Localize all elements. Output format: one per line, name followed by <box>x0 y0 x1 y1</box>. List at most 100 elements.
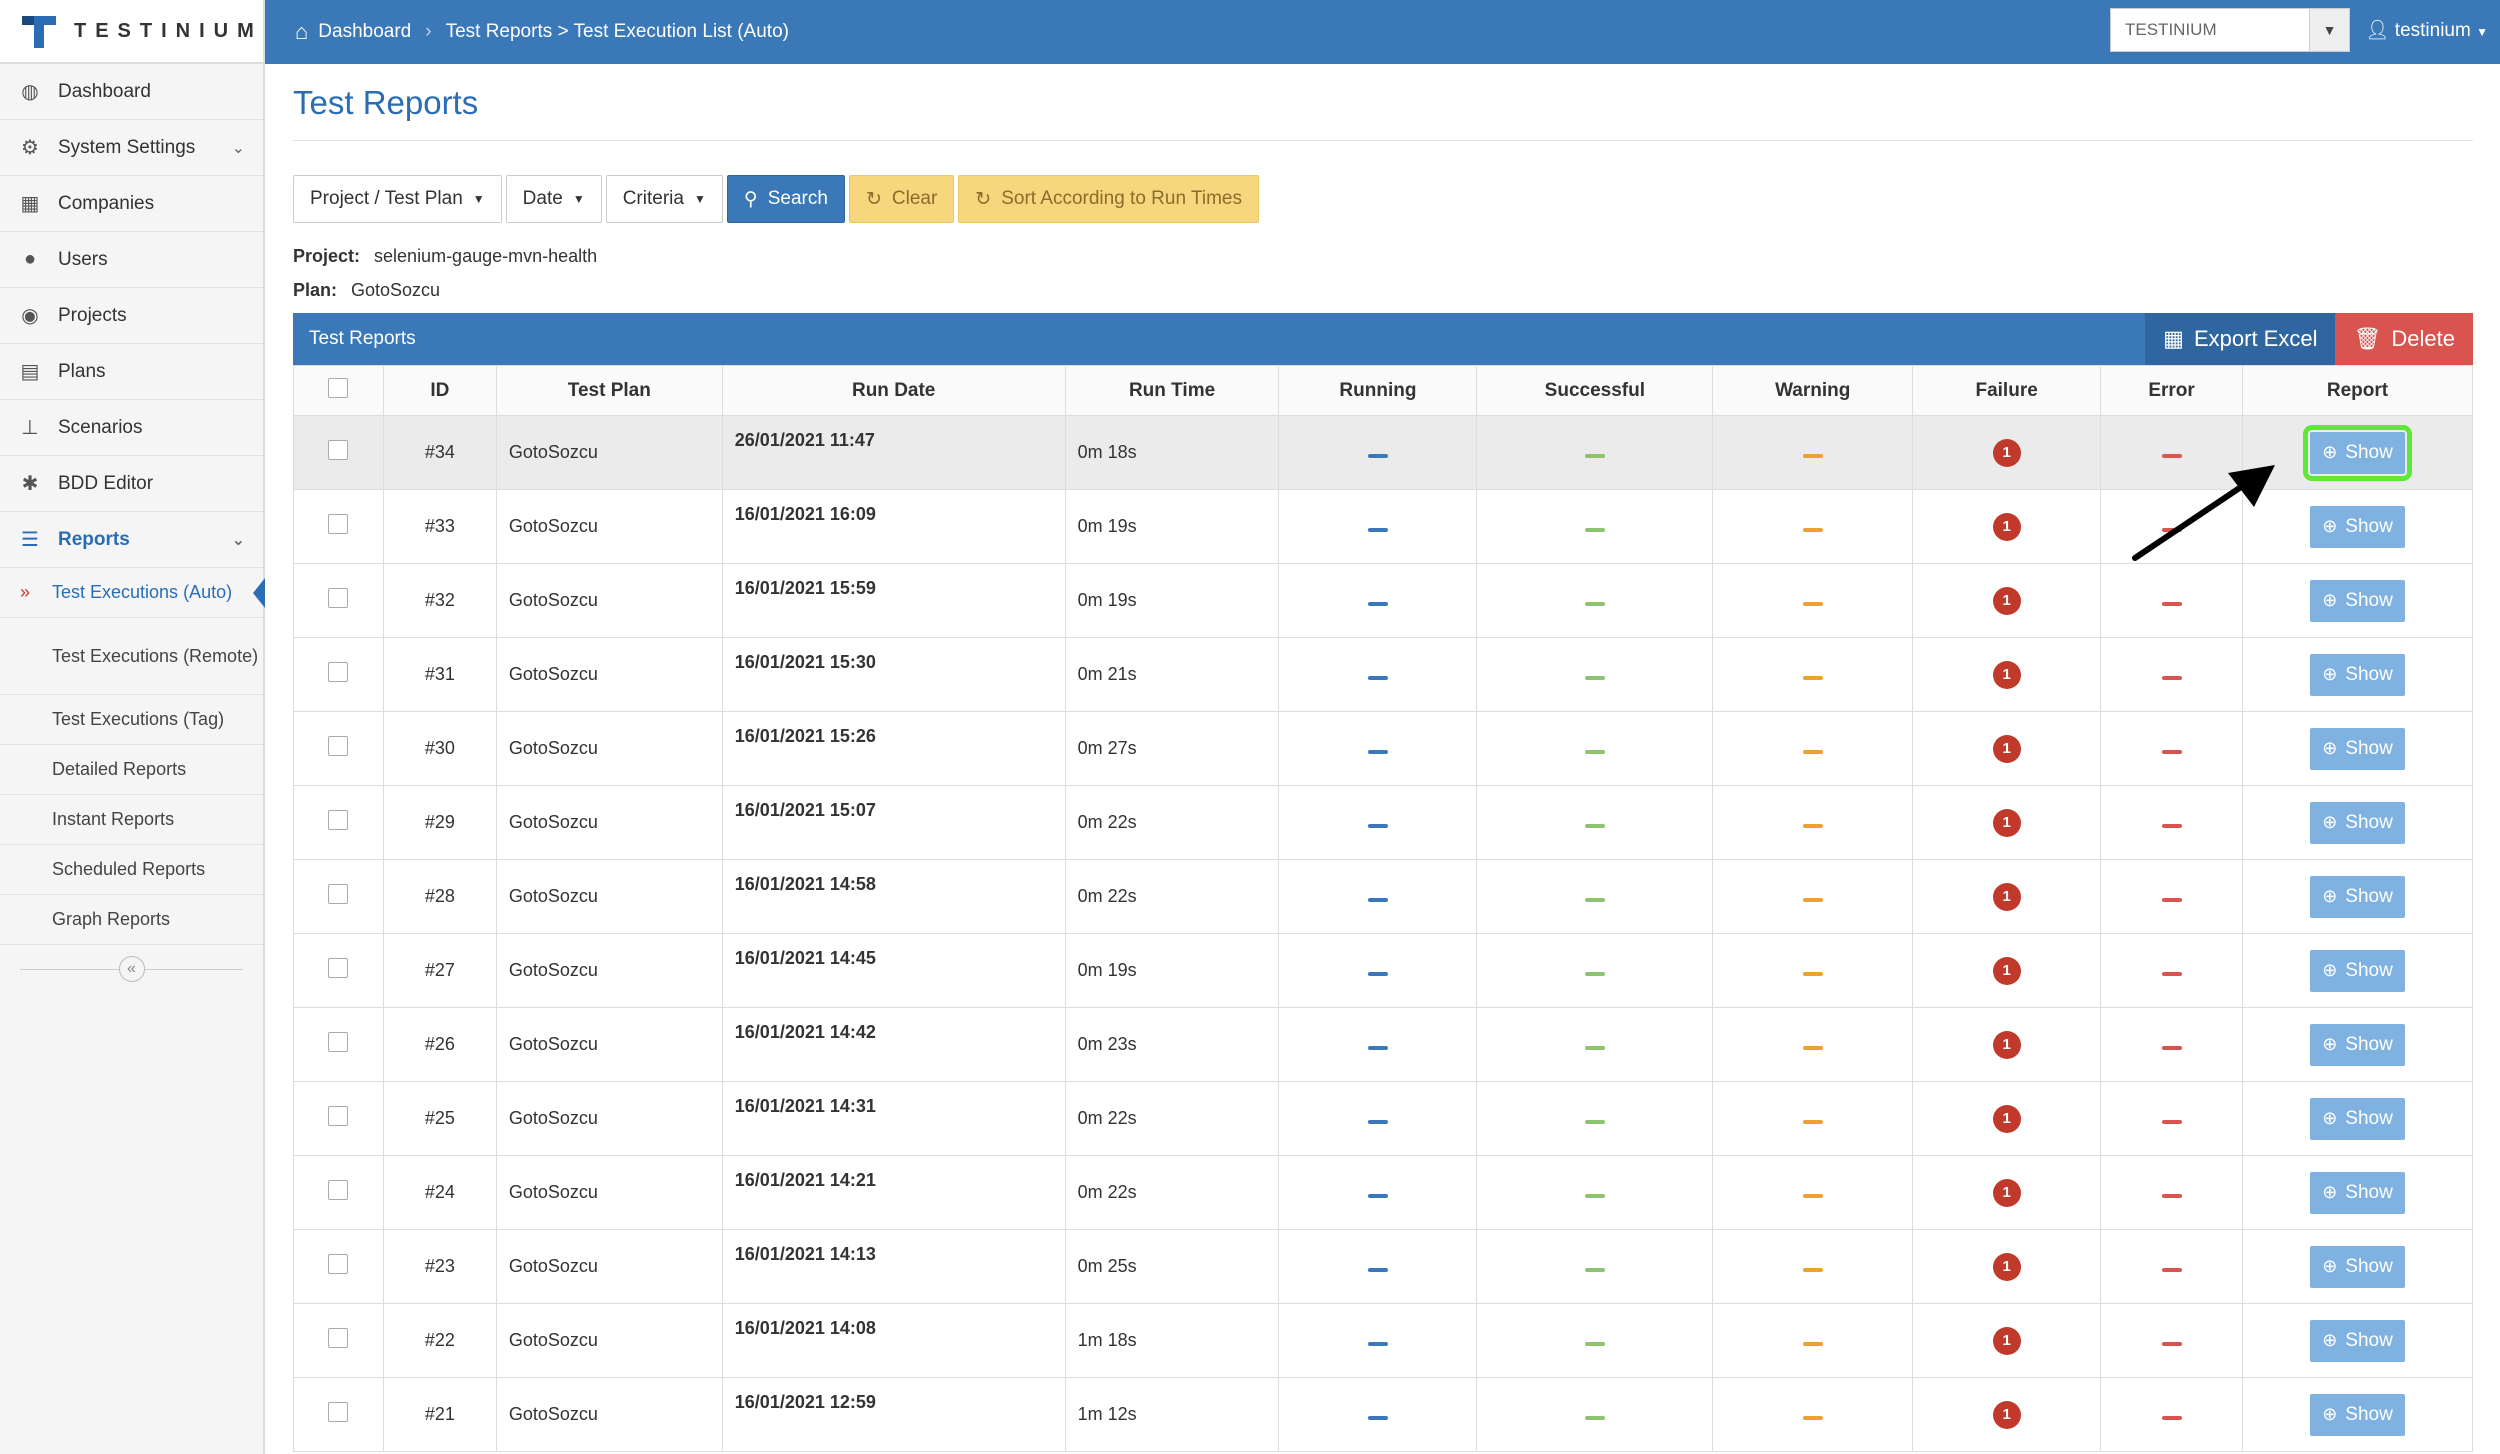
row-select-cell <box>293 1377 384 1452</box>
table-row[interactable]: #27 GotoSozcu 16/01/2021 14:45 0m 19s 1 ⊕ Show <box>293 933 2473 1008</box>
cell-successful <box>1476 711 1714 786</box>
show-report-button[interactable]: ⊕ Show <box>2310 1319 2405 1362</box>
column-header-id[interactable]: ID <box>382 365 497 416</box>
cell-run-time: 1m 12s <box>1064 1377 1280 1452</box>
row-checkbox[interactable] <box>328 1032 349 1052</box>
show-report-button[interactable]: ⊕ Show <box>2310 1171 2405 1214</box>
table-row[interactable]: #24 GotoSozcu 16/01/2021 14:21 0m 22s 1 ⊕ Show <box>293 1155 2473 1230</box>
cell-run-time: 1m 18s <box>1064 1303 1280 1378</box>
table-row[interactable]: #26 GotoSozcu 16/01/2021 14:42 0m 23s 1 ⊕ Show <box>293 1007 2473 1082</box>
sidebar-item-projects[interactable]: ◉ Projects <box>0 288 263 344</box>
project-plan-dropdown[interactable]: Project / Test Plan ▼ <box>293 175 502 223</box>
column-header-successful[interactable]: Successful <box>1476 365 1714 416</box>
submenu-item-test-executions-remote[interactable]: Test Executions (Remote) <box>0 618 263 695</box>
show-report-button[interactable]: ⊕ Show <box>2310 1393 2405 1436</box>
column-header-run-time[interactable]: Run Time <box>1064 365 1280 416</box>
criteria-dropdown[interactable]: Criteria ▼ <box>605 175 723 223</box>
search-button[interactable]: ⚲ Search <box>726 175 845 223</box>
cell-warning <box>1712 1081 1914 1156</box>
sidebar-item-users[interactable]: ● Users <box>0 232 263 288</box>
table-row[interactable]: #21 GotoSozcu 16/01/2021 12:59 1m 12s 1 ⊕ Show <box>293 1377 2473 1452</box>
row-checkbox[interactable] <box>328 662 349 682</box>
user-menu[interactable]: 👤︎ testinium ▼ <box>2365 18 2488 42</box>
collapse-sidebar-icon[interactable]: « <box>118 956 145 982</box>
row-checkbox[interactable] <box>328 810 349 830</box>
column-header-test-plan[interactable]: Test Plan <box>495 365 723 416</box>
chevron-down-icon[interactable]: ▼ <box>2309 9 2349 51</box>
row-checkbox[interactable] <box>328 588 349 608</box>
submenu-item-test-executions-auto[interactable]: Test Executions (Auto) <box>0 568 265 618</box>
table-row[interactable]: #22 GotoSozcu 16/01/2021 14:08 1m 18s 1 ⊕ Show <box>293 1303 2473 1378</box>
column-header-running[interactable]: Running <box>1278 365 1478 416</box>
submenu-item-detailed-reports[interactable]: Detailed Reports <box>0 745 263 795</box>
cell-test-plan: GotoSozcu <box>495 933 723 1008</box>
row-checkbox[interactable] <box>328 736 349 756</box>
table-row[interactable]: #29 GotoSozcu 16/01/2021 15:07 0m 22s 1 ⊕ Show <box>293 785 2473 860</box>
row-checkbox[interactable] <box>328 1402 349 1422</box>
submenu-item-graph-reports[interactable]: Graph Reports <box>0 895 263 945</box>
tenant-select[interactable]: TESTINIUM ▼ <box>2110 8 2350 52</box>
column-header-warning[interactable]: Warning <box>1712 365 1914 416</box>
row-checkbox[interactable] <box>328 1180 349 1200</box>
clear-button[interactable]: ↻ Clear <box>848 175 955 223</box>
table-row[interactable]: #31 GotoSozcu 16/01/2021 15:30 0m 21s 1 ⊕ Show <box>293 637 2473 712</box>
show-report-button[interactable]: ⊕ Show <box>2310 579 2405 622</box>
sidebar-item-system-settings[interactable]: ⚙ System Settings ⌄ <box>0 120 263 176</box>
show-report-button[interactable]: ⊕ Show <box>2303 424 2412 481</box>
show-report-button[interactable]: ⊕ Show <box>2310 727 2405 770</box>
show-report-button[interactable]: ⊕ Show <box>2310 505 2405 548</box>
column-header-report[interactable]: Report <box>2242 365 2473 416</box>
show-report-button[interactable]: ⊕ Show <box>2310 653 2405 696</box>
date-dropdown[interactable]: Date ▼ <box>505 175 602 223</box>
row-checkbox[interactable] <box>328 884 349 904</box>
cell-id: #24 <box>382 1155 497 1230</box>
table-row[interactable]: #32 GotoSozcu 16/01/2021 15:59 0m 19s 1 ⊕ Show <box>293 563 2473 638</box>
show-report-button[interactable]: ⊕ Show <box>2310 1023 2405 1066</box>
sidebar-item-scenarios[interactable]: ⊥ Scenarios <box>0 400 263 456</box>
sidebar-item-dashboard[interactable]: ◍ Dashboard <box>0 64 263 120</box>
caret-down-icon: ▼ <box>693 192 706 206</box>
column-header-failure[interactable]: Failure <box>1912 365 2102 416</box>
cell-warning <box>1712 1303 1914 1378</box>
submenu-item-scheduled-reports[interactable]: Scheduled Reports <box>0 845 263 895</box>
table-row[interactable]: #30 GotoSozcu 16/01/2021 15:26 0m 27s 1 ⊕ Show <box>293 711 2473 786</box>
column-header-error[interactable]: Error <box>2100 365 2244 416</box>
annotation-arrow-icon <box>2132 465 2275 561</box>
table-row[interactable]: #23 GotoSozcu 16/01/2021 14:13 0m 25s 1 ⊕ Show <box>293 1229 2473 1304</box>
row-checkbox[interactable] <box>328 514 349 534</box>
successful-indicator <box>1584 602 1605 606</box>
delete-button[interactable]: 🗑︎ Delete <box>2335 313 2473 365</box>
row-checkbox[interactable] <box>328 440 349 460</box>
show-report-button[interactable]: ⊕ Show <box>2310 1097 2405 1140</box>
cell-warning <box>1712 933 1914 1008</box>
select-all-checkbox[interactable] <box>328 377 349 398</box>
submenu-item-instant-reports[interactable]: Instant Reports <box>0 795 263 845</box>
sort-run-times-button[interactable]: ↻ Sort According to Run Times <box>958 175 1259 223</box>
column-header-run-date[interactable]: Run Date <box>721 365 1066 416</box>
zoom-in-icon: ⊕ <box>2322 1182 2338 1202</box>
export-excel-button[interactable]: ▦ Export Excel <box>2145 313 2336 365</box>
show-report-button[interactable]: ⊕ Show <box>2310 801 2405 844</box>
sidebar-item-bdd-editor[interactable]: ✱ BDD Editor <box>0 456 263 512</box>
row-checkbox[interactable] <box>328 1106 349 1126</box>
home-icon[interactable]: ⌂ <box>295 19 308 45</box>
row-checkbox[interactable] <box>328 1328 349 1348</box>
row-checkbox[interactable] <box>328 958 349 978</box>
table-row[interactable]: #25 GotoSozcu 16/01/2021 14:31 0m 22s 1 ⊕ Show <box>293 1081 2473 1156</box>
sidebar-item-reports[interactable]: ☰ Reports ⌄ <box>0 512 263 568</box>
sidebar-item-plans[interactable]: ▤ Plans <box>0 344 263 400</box>
table-row[interactable]: #28 GotoSozcu 16/01/2021 14:58 0m 22s 1 ⊕ Show <box>293 859 2473 934</box>
sidebar-item-companies[interactable]: ▦ Companies <box>0 176 263 232</box>
submenu-item-test-executions-tag[interactable]: Test Executions (Tag) <box>0 695 263 745</box>
cell-test-plan: GotoSozcu <box>495 637 723 712</box>
show-report-button[interactable]: ⊕ Show <box>2310 1245 2405 1288</box>
cell-report: ⊕ Show <box>2242 1303 2473 1378</box>
testinium-logo[interactable]: TESTINIUM <box>0 0 263 64</box>
show-label: Show <box>2345 589 2393 611</box>
show-report-button[interactable]: ⊕ Show <box>2310 949 2405 992</box>
breadcrumb-dashboard[interactable]: Dashboard <box>318 21 411 43</box>
row-checkbox[interactable] <box>328 1254 349 1274</box>
show-report-button[interactable]: ⊕ Show <box>2310 875 2405 918</box>
cell-run-time: 0m 19s <box>1064 933 1280 1008</box>
row-select-cell <box>293 859 384 934</box>
